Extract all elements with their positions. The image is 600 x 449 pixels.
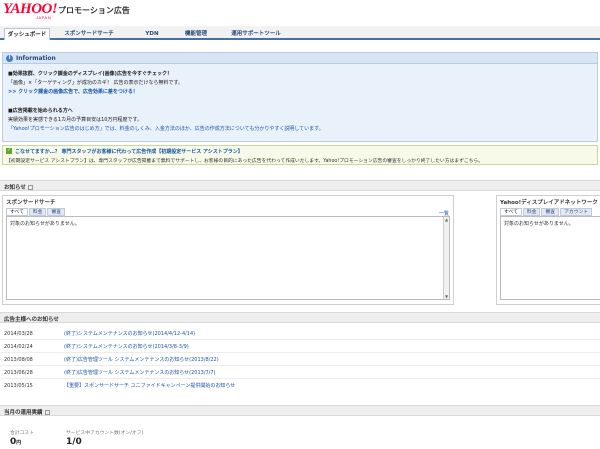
info-line-1: ■効果抜群、クリック課金のディスプレイ(画像)広告を今すぐチェック！ xyxy=(8,71,172,77)
tab-feature-management[interactable]: 機能管理 xyxy=(178,28,214,40)
notice-item: 2013/05/15 【重要】スポンサードサーチ ユニファイドキャンペーン提供開始… xyxy=(4,382,235,389)
collapse-icon[interactable] xyxy=(27,185,33,190)
promo-title-link[interactable]: こなせてますか…？ 専門スタッフがお客様に代わって広告作成【初期設定サービス ア… xyxy=(15,148,243,155)
notice-item: 2013/06/28 (終了)広告管理ツール システムメンテナンスのお知らせ(20… xyxy=(4,369,216,376)
filter-tab-account[interactable]: アカウント xyxy=(560,208,593,216)
product-title: プロモーション広告 xyxy=(58,6,130,15)
filter-tab-fees[interactable]: 料金 xyxy=(28,208,47,216)
news-filter-tabs: すべて 料金 審査 xyxy=(6,208,66,216)
divider xyxy=(0,352,600,353)
empty-message: 対象のお知らせがありません。 xyxy=(504,221,574,227)
notice-link[interactable]: (終了)システムメンテナンスのお知らせ(2014/4/12-4/14) xyxy=(64,331,195,337)
monthly-results-header: 当月の運用実績 xyxy=(0,405,600,416)
advertiser-notices-header: 広告主様へのお知らせ xyxy=(0,312,600,323)
check-icon: ✓ xyxy=(6,148,12,154)
active-accounts-value: 1/0 xyxy=(66,437,82,447)
info-link-getting-started[interactable]: 「Yahoo!プロモーション広告のはじめ方」では、料金のしくみ、入金方法のほか、… xyxy=(8,125,324,132)
ydn-news-panel: Yahoo!ディスプレイアドネットワーク すべて 料金 審査 アカウント 対象のお知ら… xyxy=(496,195,600,305)
notice-link[interactable]: (終了)広告管理ツール システムメンテナンスのお知らせ(2013/7/7) xyxy=(64,370,216,376)
tab-sponsored-search[interactable]: スポンサードサーチ xyxy=(56,28,122,40)
tab-ydn[interactable]: YDN xyxy=(140,28,164,40)
news-list-box: 対象のお知らせがありません。 ▲ ▼ xyxy=(6,216,450,300)
notice-item: 2013/08/08 (終了)広告管理ツール システムメンテナンスのお知らせ(20… xyxy=(4,356,219,363)
panel-title: Yahoo!ディスプレイアドネットワーク xyxy=(500,200,598,206)
news-filter-tabs: すべて 料金 審査 アカウント xyxy=(500,208,593,216)
page-header: YAHOO! JAPAN プロモーション広告 xyxy=(0,0,600,26)
tab-operation-support[interactable]: 運用サポートツール xyxy=(228,28,284,40)
news-section-header: お知らせ xyxy=(0,180,600,191)
total-cost-value: 0円 xyxy=(10,437,21,447)
panel-header: スポンサードサーチ 一覧 xyxy=(3,196,453,217)
notice-link[interactable]: (終了)広告管理ツール システムメンテナンスのお知らせ(2013/8/22) xyxy=(64,357,219,363)
filter-tab-all[interactable]: すべて xyxy=(6,208,28,216)
notice-date: 2013/06/28 xyxy=(4,370,33,376)
filter-tab-all[interactable]: すべて xyxy=(500,208,522,216)
monthly-title-text: 当月の運用実績 xyxy=(4,410,43,416)
scroll-up-icon[interactable]: ▲ xyxy=(444,217,449,222)
info-line-5: 実績効果を実感できる1カ月の予算目安は10万円程度です。 xyxy=(8,117,142,123)
divider xyxy=(0,365,600,366)
notice-link[interactable]: 【重要】スポンサードサーチ ユニファイドキャンペーン提供開始のお知らせ xyxy=(64,383,235,389)
scrollbar[interactable]: ▲ ▼ xyxy=(443,217,449,299)
info-line-4: ■広告掲載を始められる方へ xyxy=(8,108,73,114)
sponsored-search-news-panel: スポンサードサーチ 一覧 すべて 料金 審査 対象のお知らせがありません。 ▲ ▼ xyxy=(2,195,454,305)
info-link-image-ads[interactable]: >> クリック課金の画像広告で、広告効果に差をつける！ xyxy=(8,88,138,95)
info-line-2: 「画像」×「ターゲティング」が成功のカギ！ 広告の表示だけなら無料です。 xyxy=(8,80,183,86)
news-title-text: お知らせ xyxy=(4,185,26,191)
filter-tab-review[interactable]: 審査 xyxy=(541,208,560,216)
yahoo-logo-sub: JAPAN xyxy=(36,15,52,20)
filter-tab-review[interactable]: 審査 xyxy=(47,208,66,216)
main-tab-bar: ダッシュボード スポンサードサーチ YDN 機能管理 運用サポートツール xyxy=(0,26,600,40)
monthly-results-title: 当月の運用実績 xyxy=(4,408,50,416)
notice-date: 2014/02/24 xyxy=(4,344,33,350)
filter-tab-fees[interactable]: 料金 xyxy=(522,208,541,216)
information-box: i Information ■効果抜群、クリック課金のディスプレイ(画像)広告を… xyxy=(2,52,598,142)
tab-dashboard[interactable]: ダッシュボード xyxy=(4,28,50,40)
news-section-title: お知らせ xyxy=(4,183,33,191)
divider xyxy=(0,339,600,340)
notice-date: 2013/05/15 xyxy=(4,383,33,389)
panel-header: Yahoo!ディスプレイアドネットワーク xyxy=(497,196,600,206)
news-list-box: 対象のお知らせがありません。 xyxy=(500,216,600,300)
advertiser-notices-title: 広告主様へのお知らせ xyxy=(4,317,59,323)
divider xyxy=(0,378,600,379)
notice-item: 2014/02/24 (終了)システムメンテナンスのお知らせ(2014/3/8-3… xyxy=(4,343,189,350)
assist-plan-promo: ✓ こなせてますか…？ 専門スタッフがお客様に代わって広告作成【初期設定サービス… xyxy=(2,145,598,165)
total-cost-label: 合計コスト xyxy=(10,431,34,436)
promo-text: 【初期設定サービス アシストプラン】は、専門スタッフが広告掲載まで無料でサポート… xyxy=(6,159,484,164)
scroll-down-icon[interactable]: ▼ xyxy=(444,294,449,299)
active-accounts-label: サービス中アカウント数(オン/オフ) xyxy=(66,431,144,436)
panel-title: スポンサードサーチ xyxy=(6,200,56,206)
information-title: Information xyxy=(16,55,56,62)
notice-date: 2014/03/28 xyxy=(4,331,33,337)
empty-message: 対象のお知らせがありません。 xyxy=(10,221,80,227)
information-header: i Information xyxy=(3,53,597,64)
collapse-icon[interactable] xyxy=(44,410,50,415)
info-icon: i xyxy=(6,55,13,62)
cost-unit: 円 xyxy=(16,440,22,446)
notice-date: 2013/08/08 xyxy=(4,357,33,363)
notice-link[interactable]: (終了)システムメンテナンスのお知らせ(2014/3/8-3/9) xyxy=(64,344,189,350)
notice-item: 2014/03/28 (終了)システムメンテナンスのお知らせ(2014/4/12-… xyxy=(4,330,195,337)
